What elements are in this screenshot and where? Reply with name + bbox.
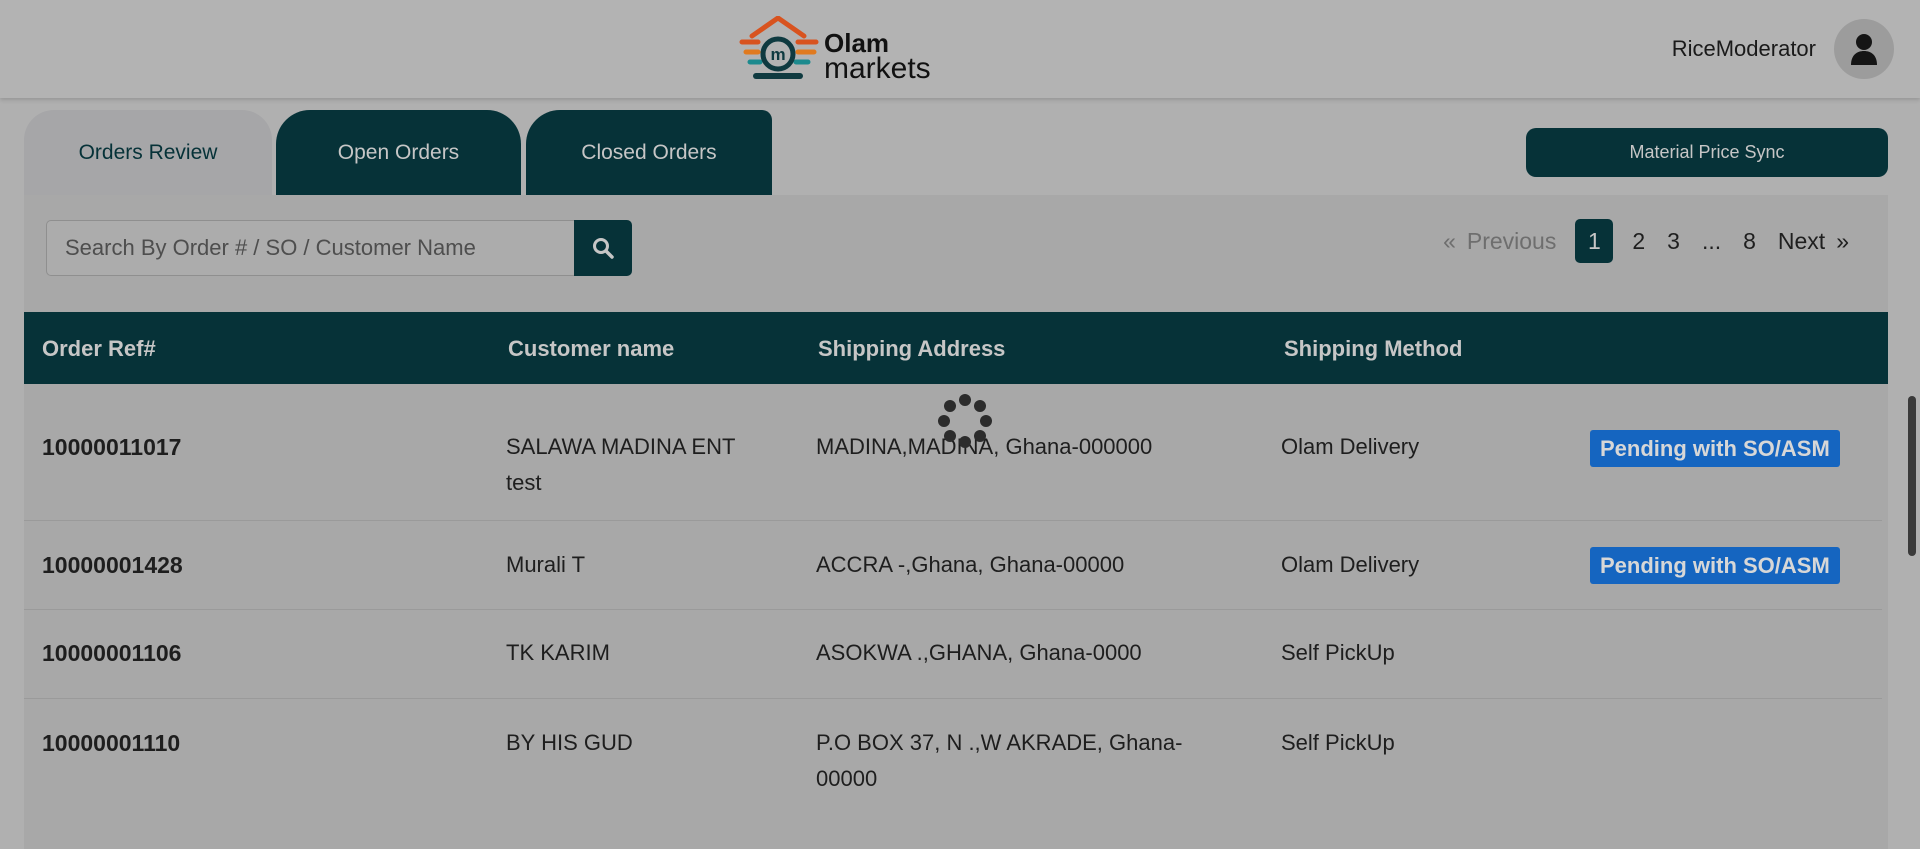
- order-ref[interactable]: 10000001106: [42, 635, 181, 671]
- table-row[interactable]: 10000001110 BY HIS GUD P.O BOX 37, N .,W…: [24, 699, 1882, 839]
- next-page-link[interactable]: Next: [1778, 228, 1825, 255]
- column-header-shipping-address[interactable]: Shipping Address: [818, 336, 1005, 362]
- table-row[interactable]: 10000001106 TK KARIM ASOKWA .,GHANA, Gha…: [24, 610, 1882, 699]
- shipping-method: Olam Delivery: [1281, 552, 1420, 577]
- olam-markets-logo[interactable]: m Olam markets: [738, 16, 938, 84]
- tab-orders-review[interactable]: Orders Review: [24, 110, 272, 195]
- vertical-scrollbar[interactable]: [1908, 396, 1916, 556]
- search-input[interactable]: [46, 220, 574, 276]
- shipping-method: Olam Delivery: [1281, 434, 1420, 459]
- page-link-1[interactable]: 1: [1575, 219, 1614, 263]
- status-badge: Pending with SO/ASM: [1590, 547, 1840, 584]
- material-price-sync-button[interactable]: Material Price Sync: [1526, 128, 1888, 177]
- search-button[interactable]: [574, 220, 632, 276]
- column-header-shipping-method[interactable]: Shipping Method: [1284, 336, 1462, 362]
- previous-page-link[interactable]: Previous: [1467, 228, 1556, 255]
- page-link-2[interactable]: 2: [1632, 228, 1645, 255]
- brand-line2: markets: [824, 52, 931, 85]
- page-link-3[interactable]: 3: [1667, 228, 1680, 255]
- tab-label: Closed Orders: [581, 140, 717, 164]
- customer-name: TK KARIM: [506, 640, 610, 665]
- order-ref[interactable]: 10000001428: [42, 547, 183, 583]
- shipping-address: P.O BOX 37, N .,W AKRADE, Ghana-00000: [816, 730, 1183, 791]
- prev-arrow: «: [1443, 227, 1456, 254]
- column-header-order-ref[interactable]: Order Ref#: [42, 336, 156, 362]
- loading-spinner-icon: [938, 394, 992, 448]
- order-search: [46, 220, 632, 276]
- next-arrow[interactable]: »: [1836, 228, 1849, 255]
- tab-open-orders[interactable]: Open Orders: [276, 110, 521, 195]
- customer-name: Murali T: [506, 552, 586, 577]
- tab-closed-orders[interactable]: Closed Orders: [526, 110, 772, 195]
- user-icon: [1851, 34, 1877, 65]
- shipping-address: ACCRA -,Ghana, Ghana-00000: [816, 552, 1125, 577]
- customer-name: SALAWA MADINA ENT test: [506, 434, 736, 495]
- tab-label: Open Orders: [337, 140, 460, 164]
- shipping-method: Self PickUp: [1281, 640, 1395, 665]
- app-header: m Olam markets RiceModerator: [0, 0, 1920, 98]
- column-header-customer-name[interactable]: Customer name: [508, 336, 674, 362]
- status-badge: Pending with SO/ASM: [1590, 430, 1840, 467]
- svg-text:m: m: [770, 45, 785, 64]
- logo-basket-icon: m: [739, 16, 819, 79]
- order-ref[interactable]: 10000011017: [42, 429, 181, 465]
- order-tabs: Orders Review Open Orders Closed Orders: [24, 110, 784, 195]
- search-icon: [593, 238, 614, 259]
- order-ref[interactable]: 10000001110: [42, 725, 180, 761]
- page-ellipsis: ...: [1701, 227, 1722, 254]
- user-menu[interactable]: RiceModerator: [1672, 18, 1894, 80]
- pagination: « Previous 1 2 3 ... 8 Next »: [1432, 219, 1860, 263]
- page-link-8[interactable]: 8: [1743, 228, 1756, 255]
- shipping-address: ASOKWA .,GHANA, Ghana-0000: [816, 640, 1142, 665]
- table-row[interactable]: 10000001428 Murali T ACCRA -,Ghana, Ghan…: [24, 521, 1882, 610]
- username-label[interactable]: RiceModerator: [1672, 36, 1816, 62]
- shipping-method: Self PickUp: [1281, 730, 1395, 755]
- customer-name: BY HIS GUD: [506, 730, 633, 755]
- shipping-address: MADINA,MADINA, Ghana-000000: [816, 434, 1153, 459]
- orders-table-header: Order Ref# Customer name Shipping Addres…: [24, 312, 1888, 384]
- tab-label: Orders Review: [78, 140, 218, 164]
- logo-wordmark: Olam markets: [824, 30, 931, 84]
- avatar[interactable]: [1834, 19, 1894, 79]
